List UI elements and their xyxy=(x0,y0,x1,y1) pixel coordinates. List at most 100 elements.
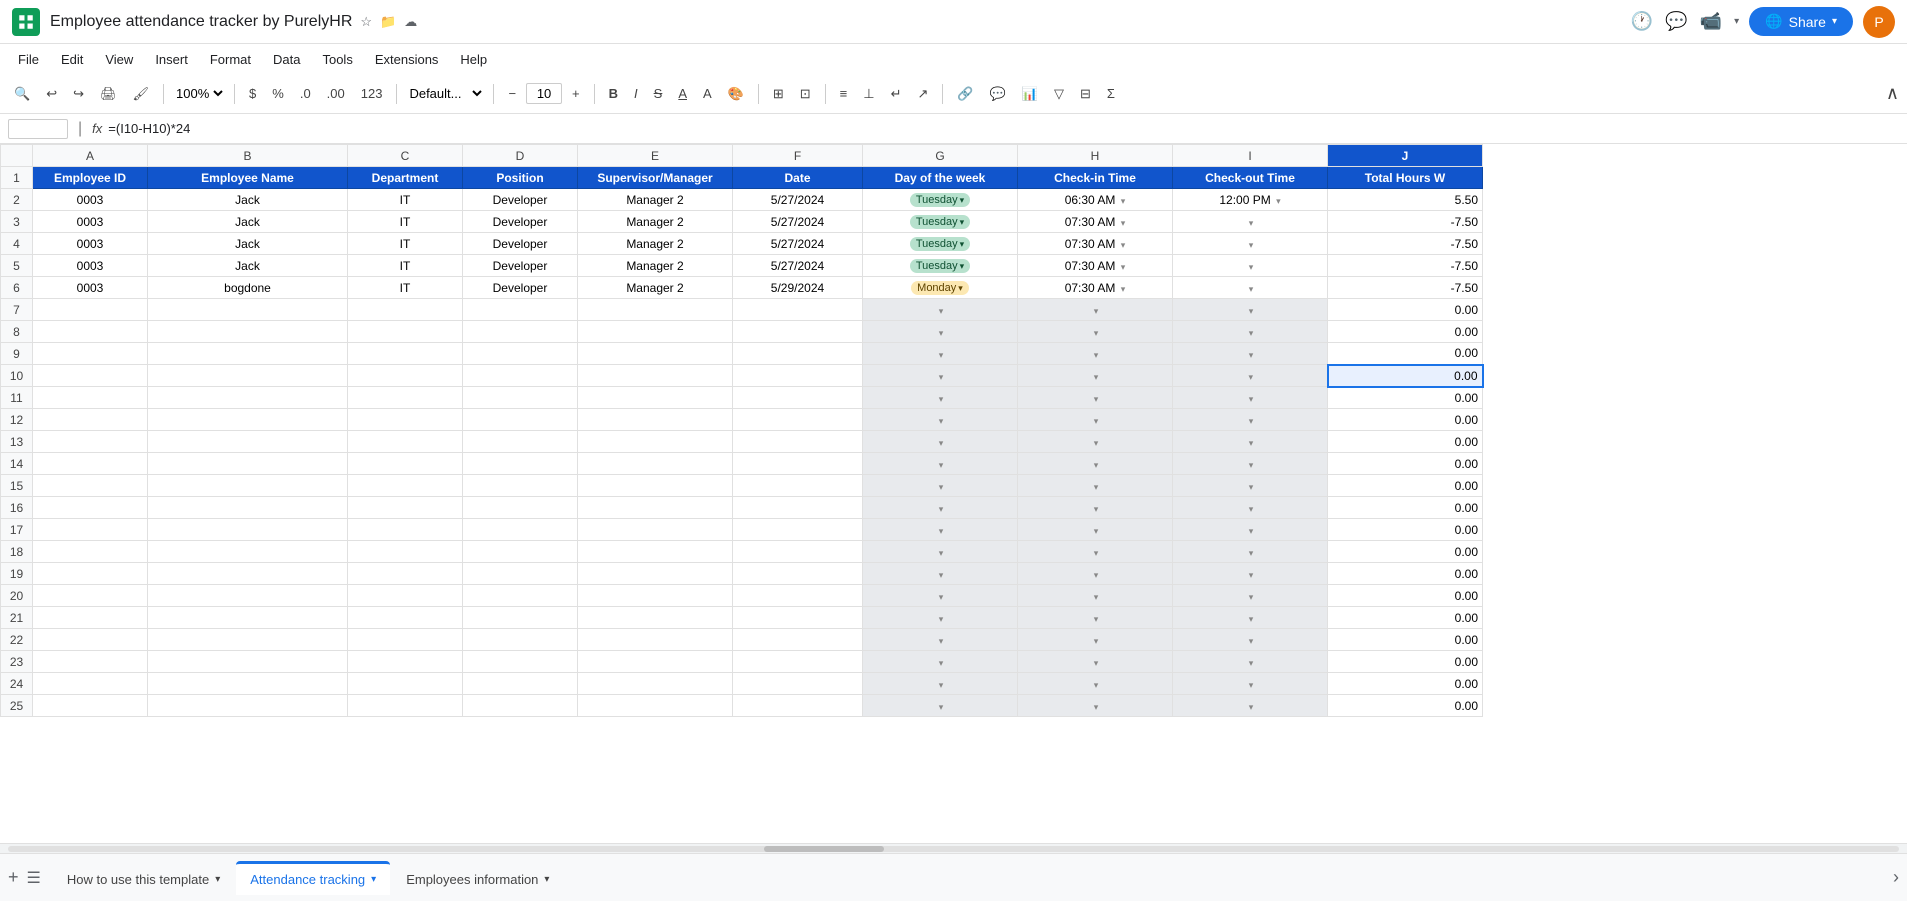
cell-empty[interactable] xyxy=(578,607,733,629)
cell-supervisor[interactable]: Manager 2 xyxy=(578,255,733,277)
checkout-dropdown-arrow[interactable]: ▾ xyxy=(1249,504,1254,514)
cell-empty[interactable] xyxy=(578,365,733,387)
cell-checkout-empty[interactable]: ▾ xyxy=(1173,453,1328,475)
cell-day-empty[interactable]: ▾ xyxy=(863,607,1018,629)
cell-checkin-empty[interactable]: ▾ xyxy=(1018,343,1173,365)
cell-checkout-empty[interactable]: ▾ xyxy=(1173,519,1328,541)
menu-file[interactable]: File xyxy=(8,48,49,71)
cell-checkout[interactable]: 12:00 PM ▾ xyxy=(1173,189,1328,211)
cell-empty[interactable] xyxy=(578,321,733,343)
checkin-dropdown-arrow[interactable]: ▾ xyxy=(1094,460,1099,470)
cell-position[interactable]: Developer xyxy=(463,233,578,255)
cell-empty[interactable] xyxy=(463,475,578,497)
increase-decimal[interactable]: .00 xyxy=(321,82,351,105)
cell-empty[interactable] xyxy=(578,497,733,519)
cell-hours[interactable]: 0.00 xyxy=(1328,519,1483,541)
cell-checkin[interactable]: 07:30 AM ▾ xyxy=(1018,233,1173,255)
decrease-decimal[interactable]: .0 xyxy=(294,82,317,105)
cell-empty[interactable] xyxy=(148,519,348,541)
row-header-19[interactable]: 19 xyxy=(1,563,33,585)
cell-empty[interactable] xyxy=(463,519,578,541)
cell-empty[interactable] xyxy=(463,409,578,431)
cell-empty[interactable] xyxy=(148,651,348,673)
cell-checkout-empty[interactable]: ▾ xyxy=(1173,321,1328,343)
day-dropdown-arrow[interactable]: ▾ xyxy=(939,416,944,426)
cell-emp-id[interactable]: 0003 xyxy=(33,255,148,277)
tab-employees-arrow[interactable]: ▾ xyxy=(544,874,549,885)
cell-hours[interactable]: 0.00 xyxy=(1328,475,1483,497)
cell-empty[interactable] xyxy=(148,475,348,497)
number-format-btn[interactable]: 123 xyxy=(355,82,389,105)
bold-button[interactable]: B xyxy=(603,82,624,105)
cell-hours[interactable]: 0.00 xyxy=(1328,299,1483,321)
cell-empty[interactable] xyxy=(578,343,733,365)
day-dropdown-arrow[interactable]: ▾ xyxy=(939,636,944,646)
borders-button[interactable]: ⊞ xyxy=(767,82,790,106)
cell-day[interactable]: Tuesday ▾ xyxy=(863,211,1018,233)
cell-day-empty[interactable]: ▾ xyxy=(863,673,1018,695)
cell-empty[interactable] xyxy=(733,651,863,673)
checkin-dropdown-arrow[interactable]: ▾ xyxy=(1121,262,1126,272)
cell-empty[interactable] xyxy=(463,541,578,563)
cell-emp-name[interactable]: Jack xyxy=(148,233,348,255)
checkin-dropdown-arrow[interactable]: ▾ xyxy=(1094,482,1099,492)
checkin-dropdown-arrow[interactable]: ▾ xyxy=(1121,284,1126,294)
cell-date[interactable]: 5/27/2024 xyxy=(733,189,863,211)
cell-empty[interactable] xyxy=(578,431,733,453)
cell-empty[interactable] xyxy=(463,651,578,673)
cell-empty[interactable] xyxy=(33,299,148,321)
day-dropdown-arrow[interactable]: ▾ xyxy=(939,482,944,492)
menu-view[interactable]: View xyxy=(95,48,143,71)
cell-empty[interactable] xyxy=(348,563,463,585)
row-header-23[interactable]: 23 xyxy=(1,651,33,673)
cell-empty[interactable] xyxy=(348,541,463,563)
cell-checkin[interactable]: 07:30 AM ▾ xyxy=(1018,277,1173,299)
cell-empty[interactable] xyxy=(148,673,348,695)
cell-hours[interactable]: 0.00 xyxy=(1328,563,1483,585)
cell-empty[interactable] xyxy=(348,629,463,651)
cell-empty[interactable] xyxy=(348,673,463,695)
row-header-18[interactable]: 18 xyxy=(1,541,33,563)
italic-button[interactable]: I xyxy=(628,82,644,105)
cell-checkout-empty[interactable]: ▾ xyxy=(1173,607,1328,629)
header-checkin[interactable]: Check-in Time xyxy=(1018,167,1173,189)
cell-hours[interactable]: 0.00 xyxy=(1328,409,1483,431)
tab-employees-info[interactable]: Employees information ▾ xyxy=(392,861,563,895)
row-header-12[interactable]: 12 xyxy=(1,409,33,431)
checkout-dropdown-arrow[interactable]: ▾ xyxy=(1249,284,1254,294)
header-position[interactable]: Position xyxy=(463,167,578,189)
cell-empty[interactable] xyxy=(463,321,578,343)
collapse-toolbar-button[interactable]: ∧ xyxy=(1886,83,1899,104)
cell-empty[interactable] xyxy=(348,387,463,409)
cell-empty[interactable] xyxy=(733,475,863,497)
cell-checkout[interactable]: ▾ xyxy=(1173,255,1328,277)
cell-empty[interactable] xyxy=(733,673,863,695)
checkout-dropdown-arrow[interactable]: ▾ xyxy=(1249,570,1254,580)
row-header-17[interactable]: 17 xyxy=(1,519,33,541)
cell-empty[interactable] xyxy=(33,651,148,673)
checkin-dropdown-arrow[interactable]: ▾ xyxy=(1121,196,1126,206)
cloud-icon[interactable]: ☁ xyxy=(404,14,417,30)
day-dropdown-arrow[interactable]: ▾ xyxy=(939,702,944,712)
cell-checkout[interactable]: ▾ xyxy=(1173,233,1328,255)
day-dropdown-arrow[interactable]: ▾ xyxy=(939,658,944,668)
day-dropdown-arrow[interactable]: ▾ xyxy=(939,350,944,360)
chart-button[interactable]: 📊 xyxy=(1016,82,1044,106)
day-dropdown-arrow[interactable]: ▾ xyxy=(939,680,944,690)
cell-checkin-empty[interactable]: ▾ xyxy=(1018,651,1173,673)
cell-empty[interactable] xyxy=(33,607,148,629)
cell-emp-name[interactable]: bogdone xyxy=(148,277,348,299)
checkout-dropdown-arrow[interactable]: ▾ xyxy=(1249,460,1254,470)
cell-empty[interactable] xyxy=(33,453,148,475)
cell-emp-id[interactable]: 0003 xyxy=(33,233,148,255)
cell-empty[interactable] xyxy=(578,519,733,541)
cell-empty[interactable] xyxy=(578,409,733,431)
avatar[interactable]: P xyxy=(1863,6,1895,38)
cell-empty[interactable] xyxy=(148,585,348,607)
checkout-dropdown-arrow[interactable]: ▾ xyxy=(1249,262,1254,272)
tab-how-to-use[interactable]: How to use this template ▾ xyxy=(53,861,234,895)
checkout-dropdown-arrow[interactable]: ▾ xyxy=(1248,372,1253,382)
cell-day-empty[interactable]: ▾ xyxy=(863,321,1018,343)
checkin-dropdown-arrow[interactable]: ▾ xyxy=(1094,416,1099,426)
checkin-dropdown-arrow[interactable]: ▾ xyxy=(1094,614,1099,624)
